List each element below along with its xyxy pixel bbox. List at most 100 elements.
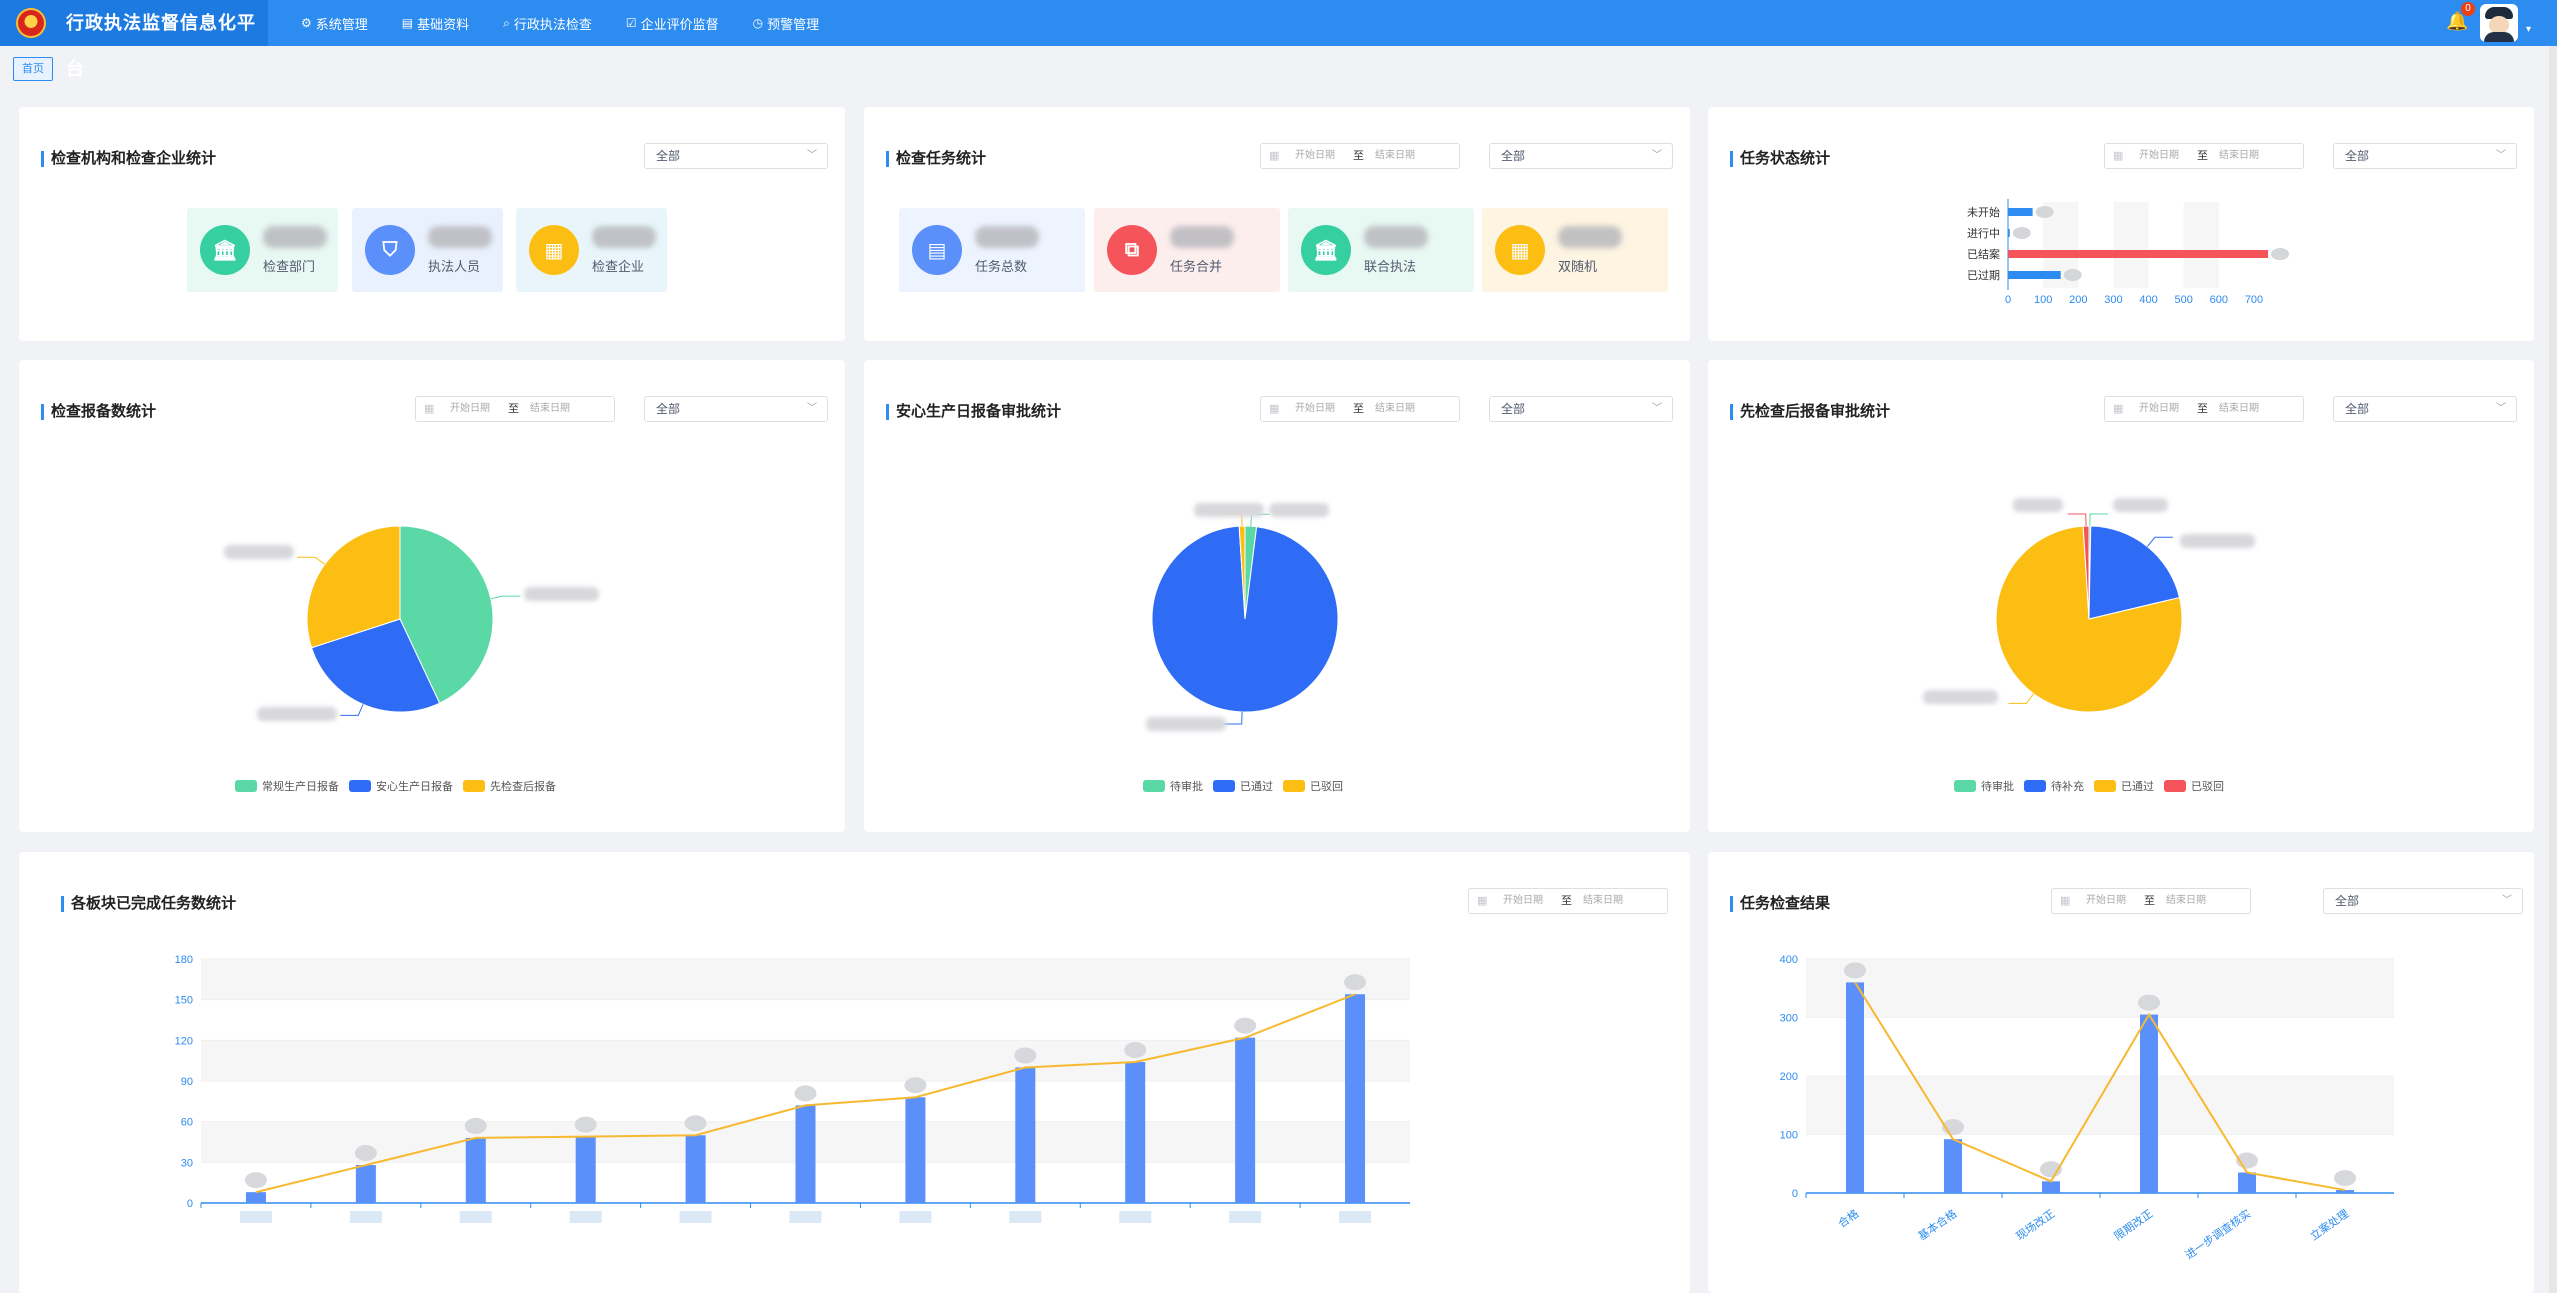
stat-card[interactable]: ▤ 任务总数 — [899, 208, 1085, 292]
legend-item[interactable]: 常规生产日报备 — [235, 778, 339, 794]
x-tick-label: 合格 — [1835, 1206, 1861, 1230]
x-tick-label: 500 — [2175, 294, 2193, 306]
stat-value-blurred — [592, 226, 656, 248]
chevron-down-icon: ﹀ — [807, 150, 817, 161]
x-tick-label: 现场改正 — [2013, 1206, 2057, 1243]
completed-chart: 0 30 60 90 120 150 180 — [175, 954, 1410, 1223]
app-title: 行政执法监督信息化平台 — [66, 13, 256, 79]
legend-item[interactable]: 已通过 — [1213, 778, 1273, 794]
y-tick-label: 已过期 — [1967, 269, 2000, 282]
panel-results: 任务检查结果 ▦ 开始日期至结束日期 全部 ﹀ 0 100 200 300 400 合格 基本合… — [1708, 852, 2534, 1293]
x-tick-label-blurred — [459, 1211, 492, 1223]
legend-swatch — [1143, 780, 1165, 792]
brand[interactable]: 行政执法监督信息化平台 — [0, 0, 268, 79]
x-tick-label-blurred — [569, 1211, 602, 1223]
check-square-icon: ☑ — [625, 16, 637, 30]
bar-label-blurred — [2138, 994, 2160, 1011]
bar-label-blurred — [2035, 206, 2054, 218]
stat-label: 任务合并 — [1170, 259, 1223, 274]
legend-item[interactable]: 待审批 — [1143, 778, 1203, 794]
bar-label-blurred — [464, 1117, 487, 1134]
x-tick-label-blurred — [789, 1211, 822, 1223]
stat-value-blurred — [1364, 226, 1428, 248]
panel-task-stats: 检查任务统计 ▦ 开始日期至结束日期 全部 ﹀ ▤ 任务总数 ⧉ 任务合并 🏛 联合执法 ▦ 双随… — [864, 107, 1690, 341]
stat-card[interactable]: ⛉ 执法人员 — [352, 208, 503, 292]
national-emblem-icon — [16, 8, 46, 38]
legend-label: 先检查后报备 — [490, 781, 556, 793]
nav-item-0[interactable]: ⚙ 系统管理 — [284, 0, 385, 46]
nav-item-1[interactable]: ▤ 基础资料 — [385, 0, 486, 46]
y-tick-label: 0 — [1792, 1188, 1798, 1200]
stat-value-blurred — [1558, 226, 1622, 248]
y-tick-label: 未开始 — [1967, 205, 2000, 219]
pie-label — [1194, 503, 1264, 517]
legend-label: 安心生产日报备 — [376, 781, 453, 793]
stat-card[interactable]: ▦ 双随机 — [1482, 208, 1668, 292]
stat-value-blurred — [975, 226, 1039, 248]
panel-title: 检查机构和检查企业统计 — [41, 151, 216, 167]
bar-label-blurred — [2012, 227, 2031, 239]
pie-label-line — [2067, 513, 2087, 527]
bar — [2008, 271, 2061, 279]
legend-item[interactable]: 已驳回 — [1283, 778, 1343, 794]
stat-card[interactable]: 🏛 检查部门 — [187, 208, 338, 292]
legend-item[interactable]: 先检查后报备 — [463, 778, 556, 794]
avatar[interactable] — [2480, 4, 2518, 42]
gear-icon: ⚙ — [301, 16, 312, 30]
panel-check-first: 先检查后报备审批统计 ▦ 开始日期至结束日期 全部 ﹀ 待审批 待补充 已通过 已驳回 — [1708, 360, 2534, 832]
pie-label — [1146, 717, 1226, 731]
nav-item-2[interactable]: ⌕ 行政执法检查 — [486, 0, 609, 46]
y-tick-label: 0 — [187, 1198, 193, 1210]
x-tick-label-blurred — [349, 1211, 382, 1223]
nav-item-3[interactable]: ☑ 企业评价监督 — [609, 0, 736, 46]
task-stats-date-range[interactable]: ▦ 开始日期至结束日期 — [1260, 143, 1460, 169]
legend-swatch — [235, 780, 257, 792]
breadcrumb-home[interactable]: 首页 — [13, 57, 53, 81]
org-stats-select[interactable]: 全部 ﹀ — [644, 143, 828, 169]
stat-label: 双随机 — [1558, 259, 1598, 274]
bar-label-blurred — [354, 1145, 377, 1162]
pie-label — [1923, 690, 1998, 704]
bar-label-blurred — [244, 1172, 267, 1189]
nav-item-label: 系统管理 — [315, 16, 368, 32]
bar — [1345, 994, 1366, 1203]
x-tick-label-blurred — [1229, 1211, 1262, 1223]
legend-item[interactable]: 待审批 — [1954, 778, 2014, 794]
stat-card[interactable]: ⧉ 任务合并 — [1094, 208, 1280, 292]
stat-label: 检查部门 — [263, 259, 316, 274]
legend-item[interactable]: 已通过 — [2094, 778, 2154, 794]
stat-card[interactable]: ▦ 检查企业 — [516, 208, 667, 292]
bar-label-blurred — [1124, 1042, 1147, 1059]
safety-daily-legend: 待审批 已通过 已驳回 — [1143, 778, 1343, 794]
x-tick-label-blurred — [239, 1211, 272, 1223]
legend-item[interactable]: 待补充 — [2024, 778, 2084, 794]
bar — [1944, 1139, 1962, 1193]
bar-label-blurred — [684, 1115, 707, 1132]
pie-label — [2113, 498, 2168, 512]
pie-label — [524, 587, 599, 601]
bar-label-blurred — [904, 1077, 927, 1094]
pie-label — [2013, 498, 2063, 512]
y-tick-label: 120 — [175, 1035, 193, 1047]
chevron-down-icon[interactable]: ▾ — [2526, 24, 2531, 35]
y-tick-label: 进行中 — [1967, 227, 2000, 240]
pie-label — [224, 545, 294, 559]
nav-item-4[interactable]: ◷ 预警管理 — [736, 0, 837, 46]
bar — [355, 1165, 376, 1203]
pie-label-line — [1223, 711, 1243, 725]
scrollbar[interactable] — [2549, 46, 2557, 1293]
bar-label-blurred — [1344, 974, 1367, 991]
x-tick-label: 进一步调查核实 — [2182, 1206, 2253, 1262]
task-stats-select[interactable]: 全部 ﹀ — [1489, 143, 1673, 169]
panel-org-stats: 检查机构和检查企业统计 全部 ﹀ 🏛 检查部门 ⛉ 执法人员 ▦ 检查企业 — [19, 107, 845, 341]
legend-item[interactable]: 安心生产日报备 — [349, 778, 453, 794]
bar — [2042, 1181, 2060, 1193]
legend-swatch — [349, 780, 371, 792]
main-nav: ⚙ 系统管理 ▤ 基础资料 ⌕ 行政执法检查 ☑ 企业评价监督 ◷ 预警管理 — [284, 0, 836, 46]
legend-item[interactable]: 已驳回 — [2164, 778, 2224, 794]
bar-label-blurred — [574, 1116, 597, 1133]
nav-item-label: 预警管理 — [767, 16, 820, 32]
panel-report-count: 检查报备数统计 ▦ 开始日期至结束日期 全部 ﹀ 常规生产日报备 安心生产日报备 先检查… — [19, 360, 845, 832]
stat-card[interactable]: 🏛 联合执法 — [1288, 208, 1474, 292]
grid-band — [1806, 1076, 2394, 1135]
